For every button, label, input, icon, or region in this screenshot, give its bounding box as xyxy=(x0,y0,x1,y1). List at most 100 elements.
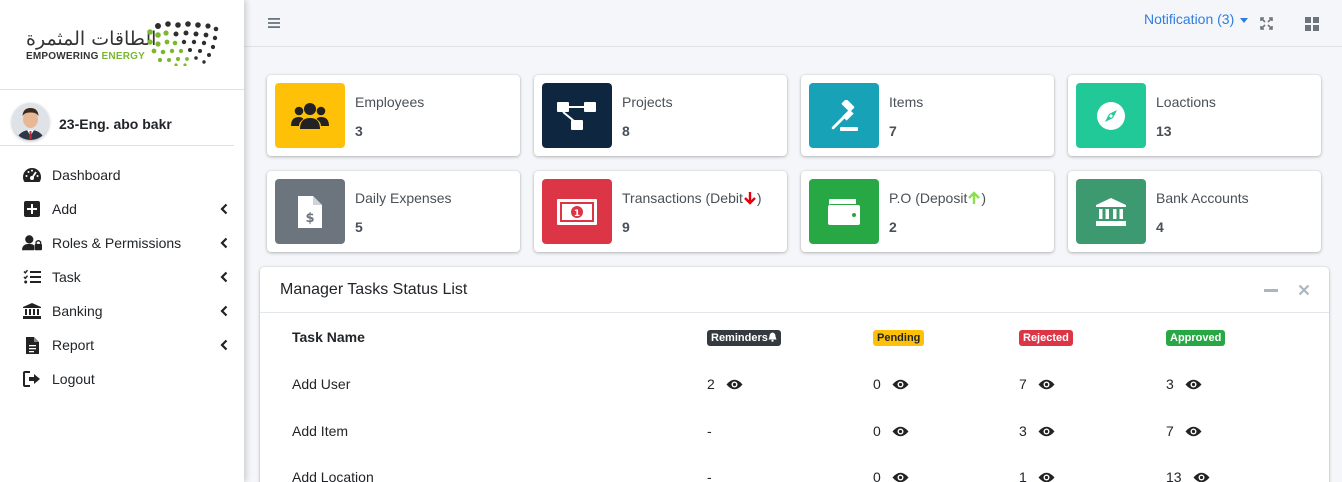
brand-arabic-name: الطاقات المثمرة xyxy=(26,28,157,50)
money-bill-icon: 1 xyxy=(557,198,597,225)
info-box-label: Bank Accounts xyxy=(1156,190,1249,206)
sidebar-item-add[interactable]: Add xyxy=(0,192,244,226)
eye-icon[interactable] xyxy=(1038,426,1055,437)
sidebar-item-dashboard[interactable]: Dashboard xyxy=(0,158,244,192)
reminders-badge-label: Reminders xyxy=(711,332,768,344)
project-diagram-icon xyxy=(557,101,596,130)
info-box-icon xyxy=(542,83,612,148)
approved-value: 7 xyxy=(1166,423,1174,439)
reminders-cell: 2 xyxy=(707,376,743,392)
approved-value: 3 xyxy=(1166,376,1174,392)
info-box-number: 2 xyxy=(889,219,897,235)
info-box-projects[interactable]: Projects 8 xyxy=(534,75,787,156)
user-name[interactable]: 23-Eng. abo bakr xyxy=(59,116,172,132)
close-icon[interactable] xyxy=(1298,284,1310,296)
info-box-daily-expenses[interactable]: $ Daily Expenses 5 xyxy=(267,171,520,252)
sidebar-item-label: Task xyxy=(52,269,81,285)
info-box-label: Projects xyxy=(622,94,673,110)
chevron-left-icon xyxy=(220,305,228,317)
hamburger-menu-icon[interactable] xyxy=(268,17,280,29)
info-box-label: Items xyxy=(889,94,924,110)
svg-text:1: 1 xyxy=(574,209,580,219)
sidebar-item-logout[interactable]: Logout xyxy=(0,362,244,396)
task-name-cell: Add Location xyxy=(292,469,374,482)
bank-icon xyxy=(1096,197,1126,226)
info-box-po-deposit[interactable]: P.O (Deposit) 2 xyxy=(801,171,1054,252)
sidebar-item-banking[interactable]: Banking xyxy=(0,294,244,328)
eye-icon[interactable] xyxy=(1038,472,1055,482)
collapse-minus-icon[interactable] xyxy=(1264,289,1278,292)
sidebar-item-label: Roles & Permissions xyxy=(52,235,182,251)
approved-cell: 7 xyxy=(1166,423,1202,439)
pending-value: 0 xyxy=(873,423,881,439)
bell-icon xyxy=(768,332,777,342)
sidebar-nav: Dashboard Add Roles & Permissions Task B… xyxy=(0,158,244,396)
info-box-icon xyxy=(275,83,345,148)
sidebar-item-task[interactable]: Task xyxy=(0,260,244,294)
rejected-value: 3 xyxy=(1019,423,1027,439)
eye-icon[interactable] xyxy=(1038,379,1055,390)
chevron-left-icon xyxy=(220,339,228,351)
avatar[interactable] xyxy=(12,103,49,140)
info-box-icon xyxy=(1076,83,1146,148)
tachometer-icon xyxy=(22,165,42,185)
info-box-number: 9 xyxy=(622,219,630,235)
eye-icon[interactable] xyxy=(726,379,743,390)
sidebar-item-report[interactable]: Report xyxy=(0,328,244,362)
svg-text:$: $ xyxy=(305,211,314,226)
chevron-left-icon xyxy=(220,271,228,283)
info-box-bank-accounts[interactable]: Bank Accounts 4 xyxy=(1068,171,1321,252)
info-box-transactions-debit[interactable]: 1 Transactions (Debit) 9 xyxy=(534,171,787,252)
info-box-number: 13 xyxy=(1156,123,1172,139)
sidebar-item-label: Banking xyxy=(52,303,103,319)
eye-icon[interactable] xyxy=(892,426,909,437)
compass-icon xyxy=(1097,101,1125,130)
pending-cell: 0 xyxy=(873,469,909,482)
eye-icon[interactable] xyxy=(1193,472,1210,482)
info-box-items[interactable]: Items 7 xyxy=(801,75,1054,156)
eye-icon[interactable] xyxy=(892,472,909,482)
file-report-icon xyxy=(22,335,42,355)
arrow-up-icon xyxy=(968,191,981,204)
notification-dropdown[interactable]: Notification (3) xyxy=(1144,11,1249,27)
chevron-left-icon xyxy=(220,237,228,249)
eye-icon[interactable] xyxy=(1185,379,1202,390)
info-box-label: Loactions xyxy=(1156,94,1216,110)
pending-value: 0 xyxy=(873,376,881,392)
reminders-cell: - xyxy=(707,423,712,439)
pending-badge: Pending xyxy=(873,330,925,346)
rejected-badge: Rejected xyxy=(1019,330,1073,346)
info-box-label: Transactions (Debit) xyxy=(622,190,762,206)
file-invoice-dollar-icon: $ xyxy=(298,195,322,228)
info-box-number: 8 xyxy=(622,123,630,139)
reminders-value: - xyxy=(707,423,712,439)
brand-logo-area[interactable]: الطاقات المثمرة EMPOWERING ENERGY xyxy=(0,0,244,90)
eye-icon[interactable] xyxy=(1185,426,1202,437)
brand-dots-logo-icon xyxy=(147,21,219,66)
info-box-icon: 1 xyxy=(542,179,612,244)
approved-cell: 13 xyxy=(1166,469,1210,482)
brand-tagline: EMPOWERING ENERGY xyxy=(26,51,145,62)
info-box-employees[interactable]: Employees 3 xyxy=(267,75,520,156)
user-panel[interactable]: 23-Eng. abo bakr xyxy=(0,90,234,146)
fullscreen-expand-icon[interactable] xyxy=(1260,17,1273,30)
card-header: Manager Tasks Status List xyxy=(260,267,1329,313)
info-box-locations[interactable]: Loactions 13 xyxy=(1068,75,1321,156)
task-name-cell: Add Item xyxy=(292,423,349,439)
rejected-cell: 7 xyxy=(1019,376,1055,392)
plus-square-icon xyxy=(22,199,42,219)
brand-tagline-part2: ENERGY xyxy=(101,51,145,62)
pending-value: 0 xyxy=(873,469,881,482)
gavel-icon xyxy=(831,99,858,131)
notification-label: Notification (3) xyxy=(1144,11,1235,27)
pending-cell: 0 xyxy=(873,423,909,439)
info-box-number: 7 xyxy=(889,123,897,139)
pending-cell: 0 xyxy=(873,376,909,392)
sidebar-item-roles-permissions[interactable]: Roles & Permissions xyxy=(0,226,244,260)
control-sidebar-grid-icon[interactable] xyxy=(1305,17,1319,31)
eye-icon[interactable] xyxy=(892,379,909,390)
column-header-task-name: Task Name xyxy=(292,329,365,345)
user-lock-icon xyxy=(22,233,42,253)
info-box-label: P.O (Deposit) xyxy=(889,190,987,206)
rejected-value: 1 xyxy=(1019,469,1027,482)
